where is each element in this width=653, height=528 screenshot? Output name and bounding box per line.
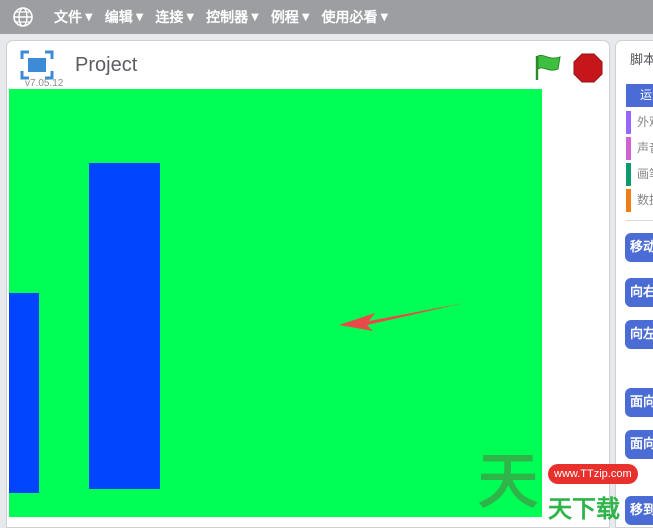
green-flag-icon[interactable]	[532, 53, 562, 81]
red-arrow-annotation	[339, 303, 464, 331]
tab-scripts[interactable]: 脚本	[630, 49, 653, 68]
menu-edit-label: 编辑	[104, 10, 133, 26]
watermark-glyph: 天	[478, 447, 538, 517]
sprite-bar-left[interactable]	[9, 293, 39, 493]
block-turn-left[interactable]: 向左	[625, 320, 653, 349]
category-color-bar	[626, 189, 631, 212]
caret-down-icon: ▼	[186, 11, 195, 23]
menu-examples[interactable]: 例程 ▼	[271, 7, 310, 27]
menu-connect-label: 连接	[155, 10, 184, 26]
category-data[interactable]: 数据	[626, 189, 653, 212]
fullscreen-icon[interactable]	[20, 50, 54, 80]
watermark-url: www.TTzip.com	[548, 464, 638, 484]
globe-icon[interactable]	[12, 6, 34, 28]
watermark-logo: 天 www.TTzip.com 天下载	[478, 452, 653, 528]
sprite-bar-tall[interactable]	[89, 163, 160, 489]
caret-down-icon: ▼	[380, 11, 389, 23]
menu-must-read-label: 使用必看	[321, 10, 378, 26]
category-label: 声音	[637, 141, 653, 155]
caret-down-icon: ▼	[301, 11, 310, 23]
category-sound[interactable]: 声音	[626, 137, 653, 160]
menu-controller[interactable]: 控制器 ▼	[206, 7, 259, 27]
category-label: 运动	[640, 88, 653, 102]
divider	[626, 220, 653, 221]
category-label: 外观	[637, 115, 653, 129]
category-label: 画笔	[637, 167, 653, 181]
version-label: v7.05.12	[25, 78, 64, 89]
block-turn-right[interactable]: 向右	[625, 278, 653, 307]
menu-must-read[interactable]: 使用必看 ▼	[322, 7, 389, 27]
caret-down-icon: ▼	[85, 11, 93, 23]
category-motion[interactable]: 运动	[626, 84, 653, 107]
stop-icon[interactable]	[573, 53, 603, 83]
caret-down-icon: ▼	[251, 11, 259, 23]
menu-file[interactable]: 文件 ▼	[54, 7, 93, 27]
category-color-bar	[626, 111, 631, 134]
stage-canvas[interactable]	[9, 89, 542, 517]
category-label: 数据	[637, 193, 653, 207]
menu-bar: 文件 ▼ 编辑 ▼ 连接 ▼ 控制器 ▼ 例程 ▼ 使用必看 ▼	[0, 0, 653, 34]
menu-connect[interactable]: 连接 ▼	[155, 7, 194, 27]
block-move[interactable]: 移动	[625, 233, 653, 262]
menu-controller-label: 控制器	[206, 10, 249, 26]
category-looks[interactable]: 外观	[626, 111, 653, 134]
caret-down-icon: ▼	[135, 11, 144, 23]
watermark-text: 天下载	[548, 495, 620, 523]
menu-file-label: 文件	[54, 10, 82, 26]
category-color-bar	[626, 163, 631, 186]
category-color-bar	[626, 137, 631, 160]
menu-edit[interactable]: 编辑 ▼	[105, 7, 144, 27]
category-pen[interactable]: 画笔	[626, 163, 653, 186]
menu-examples-label: 例程	[270, 10, 299, 26]
block-point-direction[interactable]: 面向	[625, 388, 653, 417]
project-title: Project	[75, 54, 138, 76]
